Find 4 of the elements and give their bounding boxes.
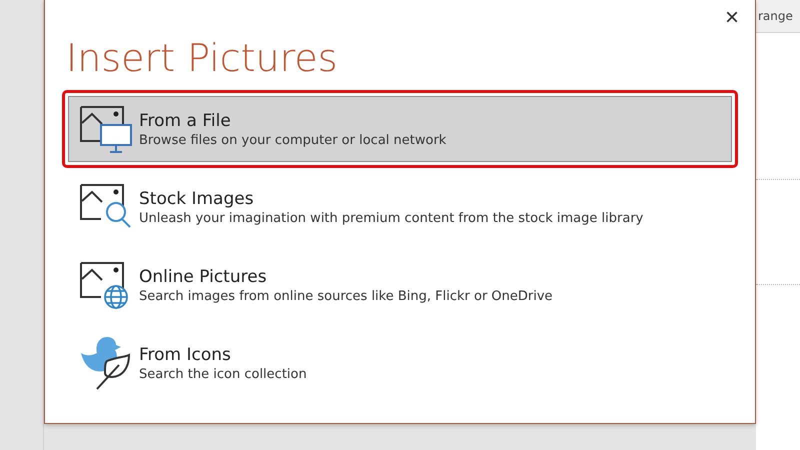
close-button[interactable]: × <box>720 6 743 30</box>
dialog-title: Insert Pictures <box>66 35 339 82</box>
option-item[interactable]: From a File Browse files on your computer or local network <box>68 96 732 162</box>
ribbon-label: range <box>757 9 793 23</box>
